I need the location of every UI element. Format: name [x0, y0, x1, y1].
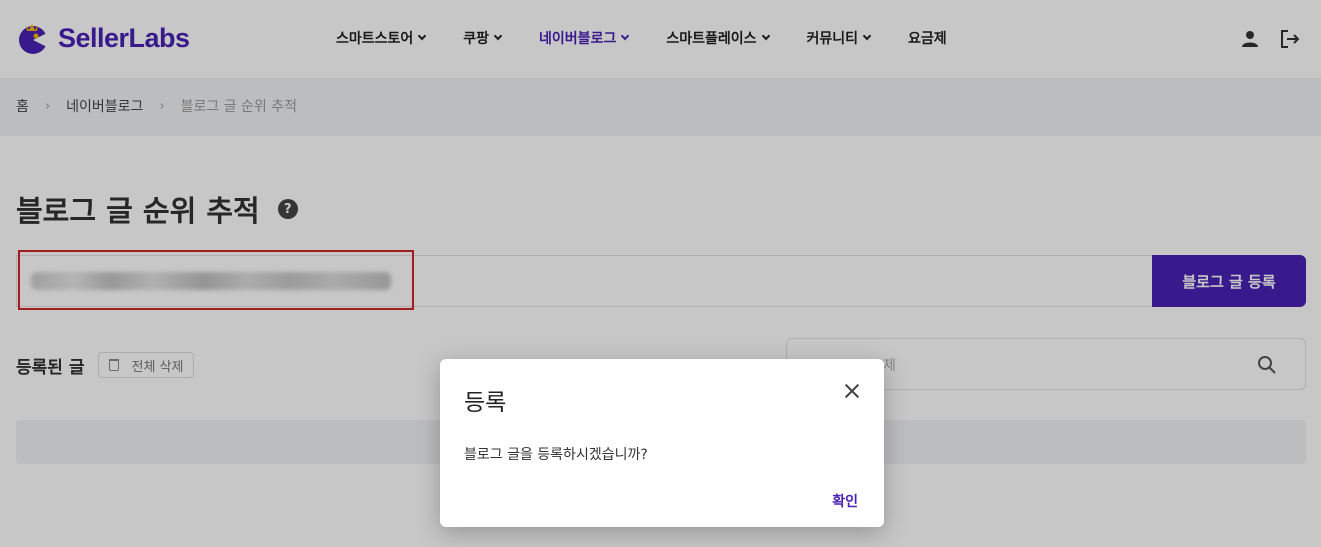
dialog-title: 등록 [464, 390, 507, 416]
dialog-message: 블로그 글을 등록하시겠습니까? [464, 447, 648, 463]
register-confirm-dialog: 등록 블로그 글을 등록하시겠습니까? 확인 [440, 359, 884, 527]
close-icon[interactable] [842, 381, 862, 401]
confirm-button[interactable]: 확인 [832, 491, 858, 511]
